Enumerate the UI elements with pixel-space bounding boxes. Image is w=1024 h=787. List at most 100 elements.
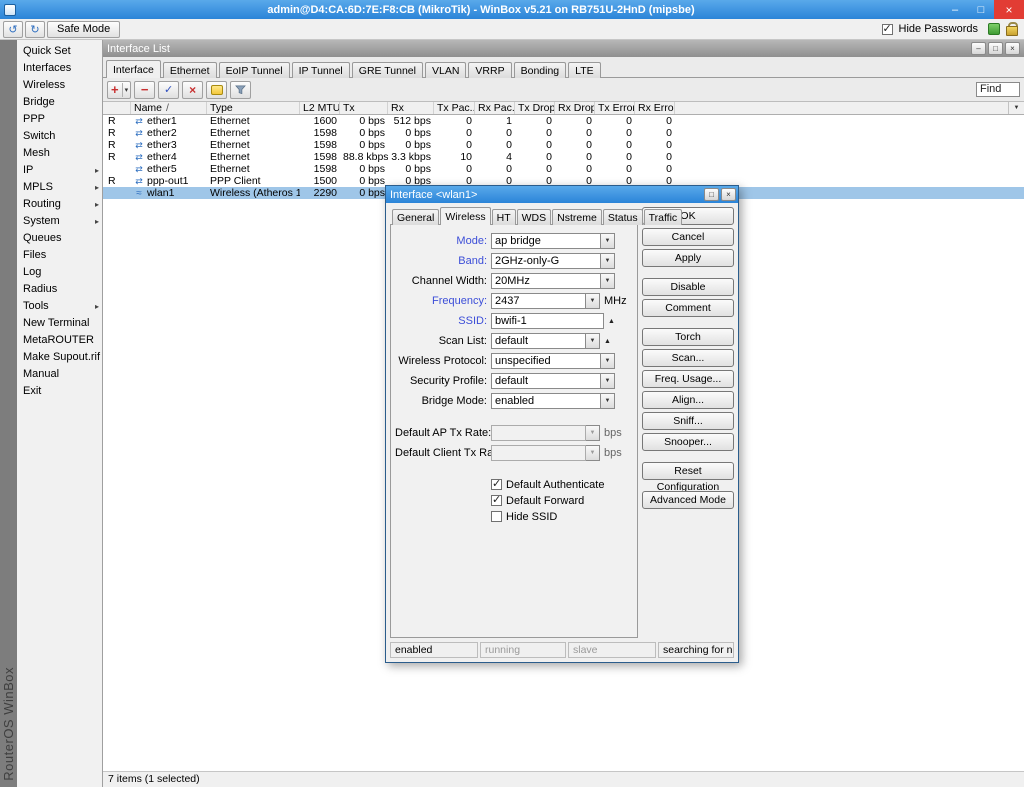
default-authenticate-checkbox[interactable] — [491, 479, 502, 490]
sidebar-item-interfaces[interactable]: Interfaces — [17, 60, 102, 77]
sidebar-item-make-supout[interactable]: Make Supout.rif — [17, 349, 102, 366]
safe-mode-button[interactable]: Safe Mode — [47, 21, 120, 38]
collapse-arrow-button[interactable]: ▲ — [608, 318, 615, 325]
dropdown-arrow-button[interactable] — [586, 425, 600, 441]
tab-vlan[interactable]: VLAN — [425, 62, 466, 78]
filter-button[interactable] — [230, 81, 251, 99]
dropdown-arrow-button[interactable] — [601, 353, 615, 369]
column-rx-errors[interactable]: Rx Errors — [635, 102, 675, 114]
find-input[interactable]: Find — [976, 82, 1020, 97]
column-tx[interactable]: Tx — [340, 102, 388, 114]
collapse-arrow-button[interactable]: ▲ — [604, 338, 611, 345]
dialog-titlebar[interactable]: Interface <wlan1> □ × — [386, 186, 738, 203]
dropdown-arrow-button[interactable] — [586, 293, 600, 309]
hide-ssid-label[interactable]: Hide SSID — [506, 511, 557, 523]
scan-list-select[interactable]: default — [491, 333, 586, 349]
redo-button[interactable]: ↻ — [25, 21, 45, 38]
table-row[interactable]: R ether3 Ethernet 1598 0 bps 0 bps 0 0 0… — [103, 139, 1024, 151]
align-button[interactable]: Align... — [642, 391, 734, 409]
close-button[interactable]: × — [994, 0, 1024, 19]
sidebar-item-log[interactable]: Log — [17, 264, 102, 281]
hide-ssid-checkbox[interactable] — [491, 511, 502, 522]
tab-general[interactable]: General — [392, 209, 439, 225]
dropdown-arrow-button[interactable] — [586, 333, 600, 349]
column-flag[interactable] — [103, 102, 131, 114]
undo-button[interactable]: ↺ — [3, 21, 23, 38]
sidebar-item-queues[interactable]: Queues — [17, 230, 102, 247]
sidebar-item-files[interactable]: Files — [17, 247, 102, 264]
maximize-button[interactable]: □ — [704, 188, 719, 201]
enable-button[interactable]: ✓ — [158, 81, 179, 99]
reset-configuration-button[interactable]: Reset Configuration — [642, 462, 734, 480]
tab-lte[interactable]: LTE — [568, 62, 600, 78]
tab-gre-tunnel[interactable]: GRE Tunnel — [352, 62, 423, 78]
sidebar-item-radius[interactable]: Radius — [17, 281, 102, 298]
tab-ht[interactable]: HT — [492, 209, 516, 225]
sidebar-item-wireless[interactable]: Wireless — [17, 77, 102, 94]
sidebar-item-exit[interactable]: Exit — [17, 383, 102, 400]
dropdown-arrow-button[interactable] — [601, 373, 615, 389]
tab-interface[interactable]: Interface — [106, 60, 161, 78]
sniff-button[interactable]: Sniff... — [642, 412, 734, 430]
comment-button[interactable]: Comment — [642, 299, 734, 317]
sidebar-item-ppp[interactable]: PPP — [17, 111, 102, 128]
sidebar-item-bridge[interactable]: Bridge — [17, 94, 102, 111]
tab-wds[interactable]: WDS — [517, 209, 552, 225]
tab-vrrp[interactable]: VRRP — [468, 62, 511, 78]
tab-traffic[interactable]: Traffic — [644, 209, 683, 225]
mode-select[interactable]: ap bridge — [491, 233, 601, 249]
sidebar-item-quick-set[interactable]: Quick Set — [17, 43, 102, 60]
disable-button[interactable]: Disable — [642, 278, 734, 296]
close-button[interactable]: × — [1005, 42, 1020, 55]
column-name[interactable]: Name/ — [131, 102, 207, 114]
table-row[interactable]: R ether4 Ethernet 1598 88.8 kbps 3.3 kbp… — [103, 151, 1024, 163]
table-row[interactable]: R ether2 Ethernet 1598 0 bps 0 bps 0 0 0… — [103, 127, 1024, 139]
advanced-mode-button[interactable]: Advanced Mode — [642, 491, 734, 509]
default-authenticate-label[interactable]: Default Authenticate — [506, 479, 604, 491]
sidebar-item-new-terminal[interactable]: New Terminal — [17, 315, 102, 332]
ssid-input[interactable]: bwifi-1 — [491, 313, 604, 329]
maximize-button[interactable]: □ — [988, 42, 1003, 55]
tab-nstreme[interactable]: Nstreme — [552, 209, 602, 225]
minimize-button[interactable]: – — [971, 42, 986, 55]
default-ap-tx-rate-input[interactable] — [491, 425, 586, 441]
default-client-tx-rate-input[interactable] — [491, 445, 586, 461]
tab-wireless[interactable]: Wireless — [440, 207, 490, 225]
tab-bonding[interactable]: Bonding — [514, 62, 567, 78]
sidebar-item-switch[interactable]: Switch — [17, 128, 102, 145]
sidebar-item-system[interactable]: System▸ — [17, 213, 102, 230]
apply-button[interactable]: Apply — [642, 249, 734, 267]
column-tx-packet[interactable]: Tx Pac... — [434, 102, 475, 114]
interface-list-titlebar[interactable]: Interface List – □ × — [103, 40, 1024, 57]
snooper-button[interactable]: Snooper... — [642, 433, 734, 451]
column-l2mtu[interactable]: L2 MTU — [300, 102, 340, 114]
default-forward-checkbox[interactable] — [491, 495, 502, 506]
table-row[interactable]: ether5 Ethernet 1598 0 bps 0 bps 0 0 0 0… — [103, 163, 1024, 175]
disable-button[interactable]: × — [182, 81, 203, 99]
sidebar-item-manual[interactable]: Manual — [17, 366, 102, 383]
column-rx-packet[interactable]: Rx Pac... — [475, 102, 515, 114]
column-rx[interactable]: Rx — [388, 102, 434, 114]
column-tx-errors[interactable]: Tx Errors — [595, 102, 635, 114]
column-tx-drops[interactable]: Tx Drops — [515, 102, 555, 114]
sidebar-item-metarouter[interactable]: MetaROUTER — [17, 332, 102, 349]
tab-status[interactable]: Status — [603, 209, 643, 225]
security-profile-select[interactable]: default — [491, 373, 601, 389]
sidebar-item-mpls[interactable]: MPLS▸ — [17, 179, 102, 196]
sidebar-item-tools[interactable]: Tools▸ — [17, 298, 102, 315]
comment-button[interactable] — [206, 81, 227, 99]
dropdown-arrow-button[interactable] — [601, 233, 615, 249]
bridge-mode-select[interactable]: enabled — [491, 393, 601, 409]
scan-button[interactable]: Scan... — [642, 349, 734, 367]
band-select[interactable]: 2GHz-only-G — [491, 253, 601, 269]
hide-passwords-label[interactable]: Hide Passwords — [899, 23, 978, 35]
dropdown-arrow-button[interactable] — [601, 253, 615, 269]
remove-button[interactable]: − — [134, 81, 155, 99]
cancel-button[interactable]: Cancel — [642, 228, 734, 246]
channel-width-select[interactable]: 20MHz — [491, 273, 601, 289]
close-button[interactable]: × — [721, 188, 736, 201]
table-row[interactable]: R ether1 Ethernet 1600 0 bps 512 bps 0 1… — [103, 115, 1024, 127]
column-rx-drops[interactable]: Rx Drops — [555, 102, 595, 114]
app-titlebar[interactable]: admin@D4:CA:6D:7E:F8:CB (MikroTik) - Win… — [0, 0, 1024, 19]
freq-usage-button[interactable]: Freq. Usage... — [642, 370, 734, 388]
